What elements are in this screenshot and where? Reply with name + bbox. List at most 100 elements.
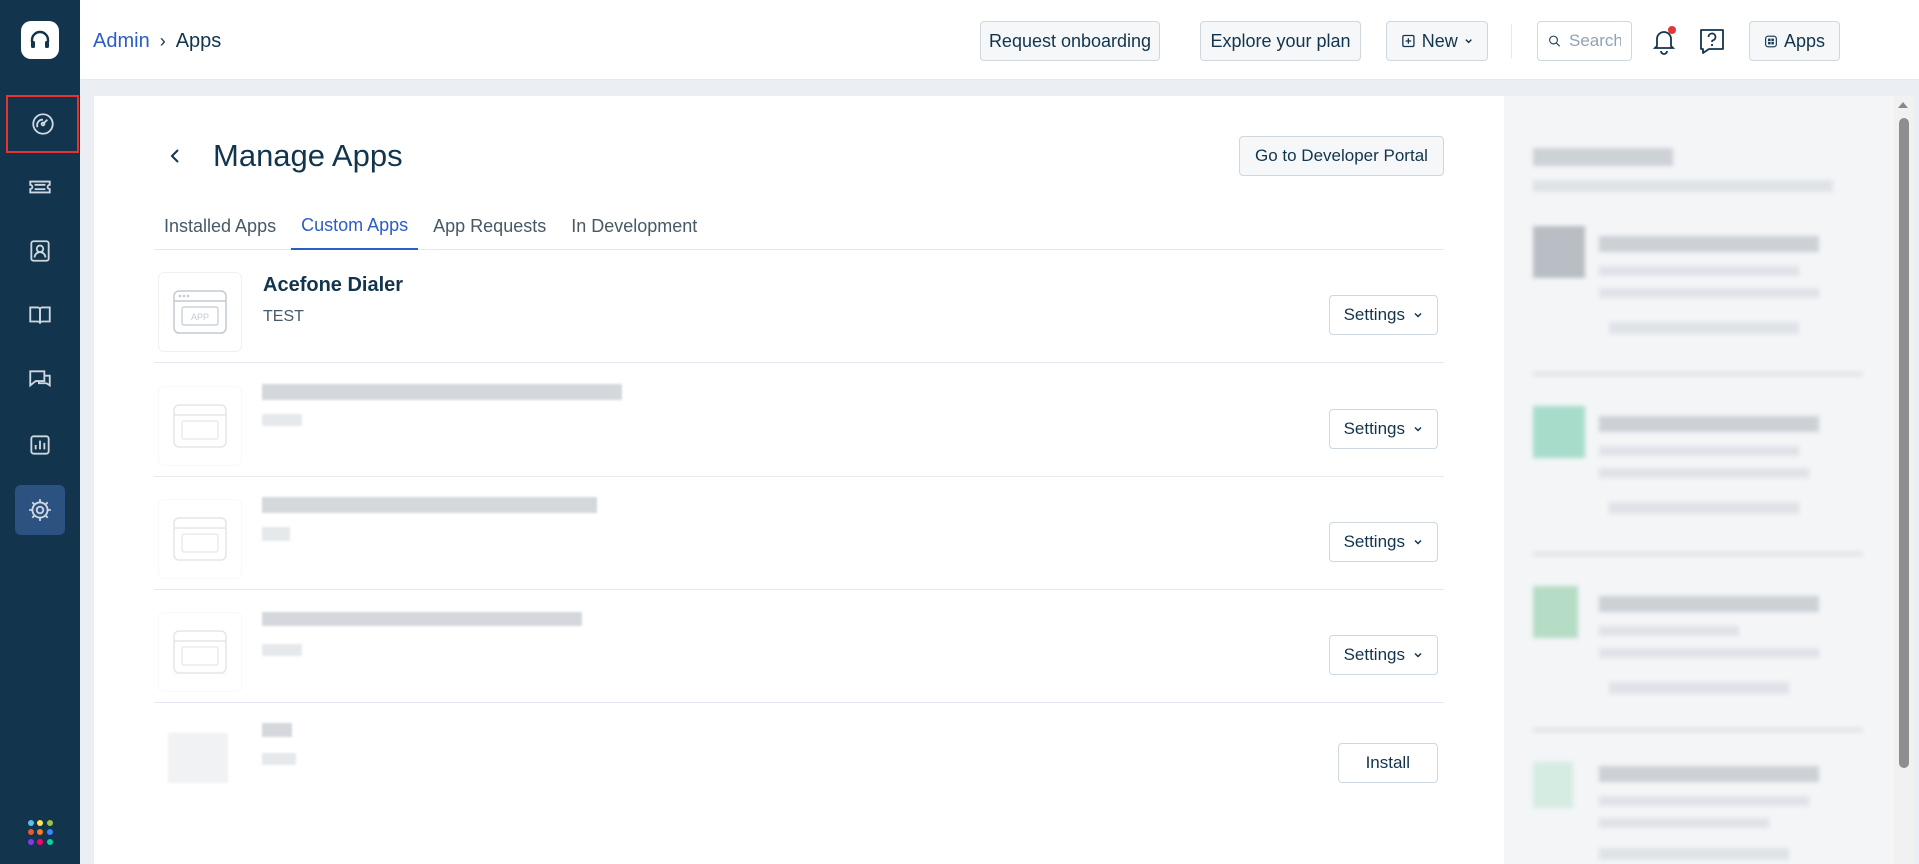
chevron-down-icon	[1465, 39, 1472, 44]
redacted-app-icon	[168, 733, 228, 783]
app-switcher-dot	[28, 820, 34, 826]
sidebar-item-forums[interactable]	[15, 355, 65, 405]
sidebar-item-contacts[interactable]	[15, 226, 65, 276]
ticket-icon	[29, 180, 51, 194]
chevron-left-icon	[170, 149, 179, 163]
install-button[interactable]: Install	[1337, 743, 1438, 783]
marketplace-suggestions-panel	[1504, 96, 1894, 864]
apps-button[interactable]: Apps	[1749, 21, 1840, 61]
new-dropdown-button[interactable]: New	[1386, 21, 1488, 61]
tab-installed-apps[interactable]: Installed Apps	[154, 202, 286, 250]
app-switcher-icon[interactable]	[28, 820, 54, 846]
developer-portal-button[interactable]: Go to Developer Portal	[1239, 136, 1444, 176]
chevron-down-icon	[1414, 426, 1422, 432]
scroll-thumb[interactable]	[1899, 118, 1909, 768]
page-title: Manage Apps	[213, 138, 403, 173]
app-row: Install	[154, 703, 1444, 816]
headset-icon	[30, 30, 50, 48]
chevron-down-icon	[1414, 312, 1422, 318]
settings-dropdown-button[interactable]: Settings	[1328, 522, 1438, 562]
panel-divider	[1533, 728, 1863, 732]
helpdesk-logo[interactable]	[21, 21, 59, 59]
app-switcher-dot	[46, 820, 53, 826]
redacted-app-description	[262, 753, 296, 765]
explore-plan-button[interactable]: Explore your plan	[1200, 21, 1361, 61]
chevron-down-icon	[1414, 539, 1422, 545]
help-button[interactable]	[1695, 24, 1729, 58]
redacted-app-logo	[1533, 586, 1578, 638]
notifications-button[interactable]	[1647, 24, 1681, 58]
redacted-app-text	[1599, 818, 1769, 828]
settings-dropdown-button[interactable]: Settings	[1328, 635, 1438, 675]
settings-label: Settings	[1343, 645, 1405, 664]
redacted-app-meta	[1609, 502, 1799, 514]
redacted-app-text	[1599, 266, 1799, 276]
tab-app-requests[interactable]: App Requests	[423, 202, 556, 250]
breadcrumb: Admin › Apps	[93, 30, 221, 53]
app-row: Settings	[154, 477, 1444, 590]
app-placeholder-icon	[158, 612, 242, 692]
redacted-app-title	[1599, 236, 1819, 252]
app-switcher-dot	[46, 829, 53, 836]
speedometer-icon	[31, 113, 54, 135]
new-label: New	[1421, 30, 1458, 51]
breadcrumb-admin-link[interactable]: Admin	[93, 30, 150, 53]
app-placeholder-icon: APP	[158, 272, 242, 352]
settings-label: Settings	[1343, 419, 1405, 438]
panel-divider	[1533, 552, 1863, 556]
sidebar-item-admin[interactable]	[15, 485, 65, 535]
apps-box-icon	[1765, 35, 1777, 47]
redacted-app-title	[1599, 416, 1819, 432]
app-placeholder-icon	[158, 386, 242, 466]
redacted-app-name	[262, 497, 597, 513]
app-row: Settings	[154, 590, 1444, 703]
redacted-app-title	[1599, 596, 1819, 612]
sidebar-item-reports[interactable]	[15, 420, 65, 470]
redacted-app-meta	[1599, 848, 1789, 860]
redacted-subheading	[1533, 180, 1833, 192]
panel-scrollbar[interactable]	[1894, 96, 1914, 864]
tab-in-development[interactable]: In Development	[561, 202, 707, 250]
app-row: APP Acefone Dialer TEST Settings	[154, 250, 1444, 363]
search-box[interactable]	[1537, 21, 1632, 61]
notification-dot	[1668, 26, 1676, 34]
search-input[interactable]	[1569, 31, 1621, 51]
redacted-app-text	[1599, 796, 1809, 806]
app-placeholder-icon	[158, 499, 242, 579]
scroll-up-arrow-icon[interactable]	[1898, 102, 1908, 108]
sidebar-item-tickets[interactable]	[15, 162, 65, 212]
app-switcher-dot	[28, 829, 34, 836]
app-switcher-dot	[37, 829, 44, 836]
apps-tabs: Installed Apps Custom Apps App Requests …	[154, 202, 1444, 250]
redacted-app-name	[262, 723, 292, 737]
redacted-app-description	[262, 644, 302, 656]
request-onboarding-button[interactable]: Request onboarding	[980, 21, 1160, 61]
book-icon	[29, 306, 51, 324]
contact-card-icon	[30, 240, 50, 262]
redacted-app-text	[1599, 288, 1819, 298]
app-description: TEST	[263, 308, 304, 325]
sidebar-item-dashboard[interactable]	[6, 95, 79, 153]
redacted-app-meta	[1609, 682, 1789, 694]
manage-apps-panel: Manage Apps Go to Developer Portal Insta…	[94, 96, 1504, 864]
redacted-app-name	[262, 384, 622, 400]
tab-custom-apps[interactable]: Custom Apps	[291, 202, 419, 250]
chevron-down-icon	[1414, 652, 1422, 658]
back-button[interactable]	[166, 146, 186, 166]
settings-dropdown-button[interactable]: Settings	[1328, 295, 1438, 335]
settings-dropdown-button[interactable]: Settings	[1328, 409, 1438, 449]
redacted-app-logo	[1533, 762, 1573, 808]
sidebar-item-solutions[interactable]	[15, 290, 65, 340]
app-switcher-dot	[37, 820, 44, 826]
redacted-app-text	[1599, 648, 1819, 658]
redacted-app-title	[1599, 766, 1819, 782]
breadcrumb-current: Apps	[175, 30, 222, 52]
redacted-app-name	[262, 612, 582, 626]
redacted-app-description	[262, 527, 290, 541]
redacted-app-logo	[1533, 226, 1585, 278]
app-switcher-dot	[37, 838, 44, 845]
sidebar	[0, 0, 80, 864]
app-row: Settings	[154, 364, 1444, 477]
question-bubble-icon	[1700, 29, 1724, 54]
svg-text:APP: APP	[191, 312, 209, 322]
